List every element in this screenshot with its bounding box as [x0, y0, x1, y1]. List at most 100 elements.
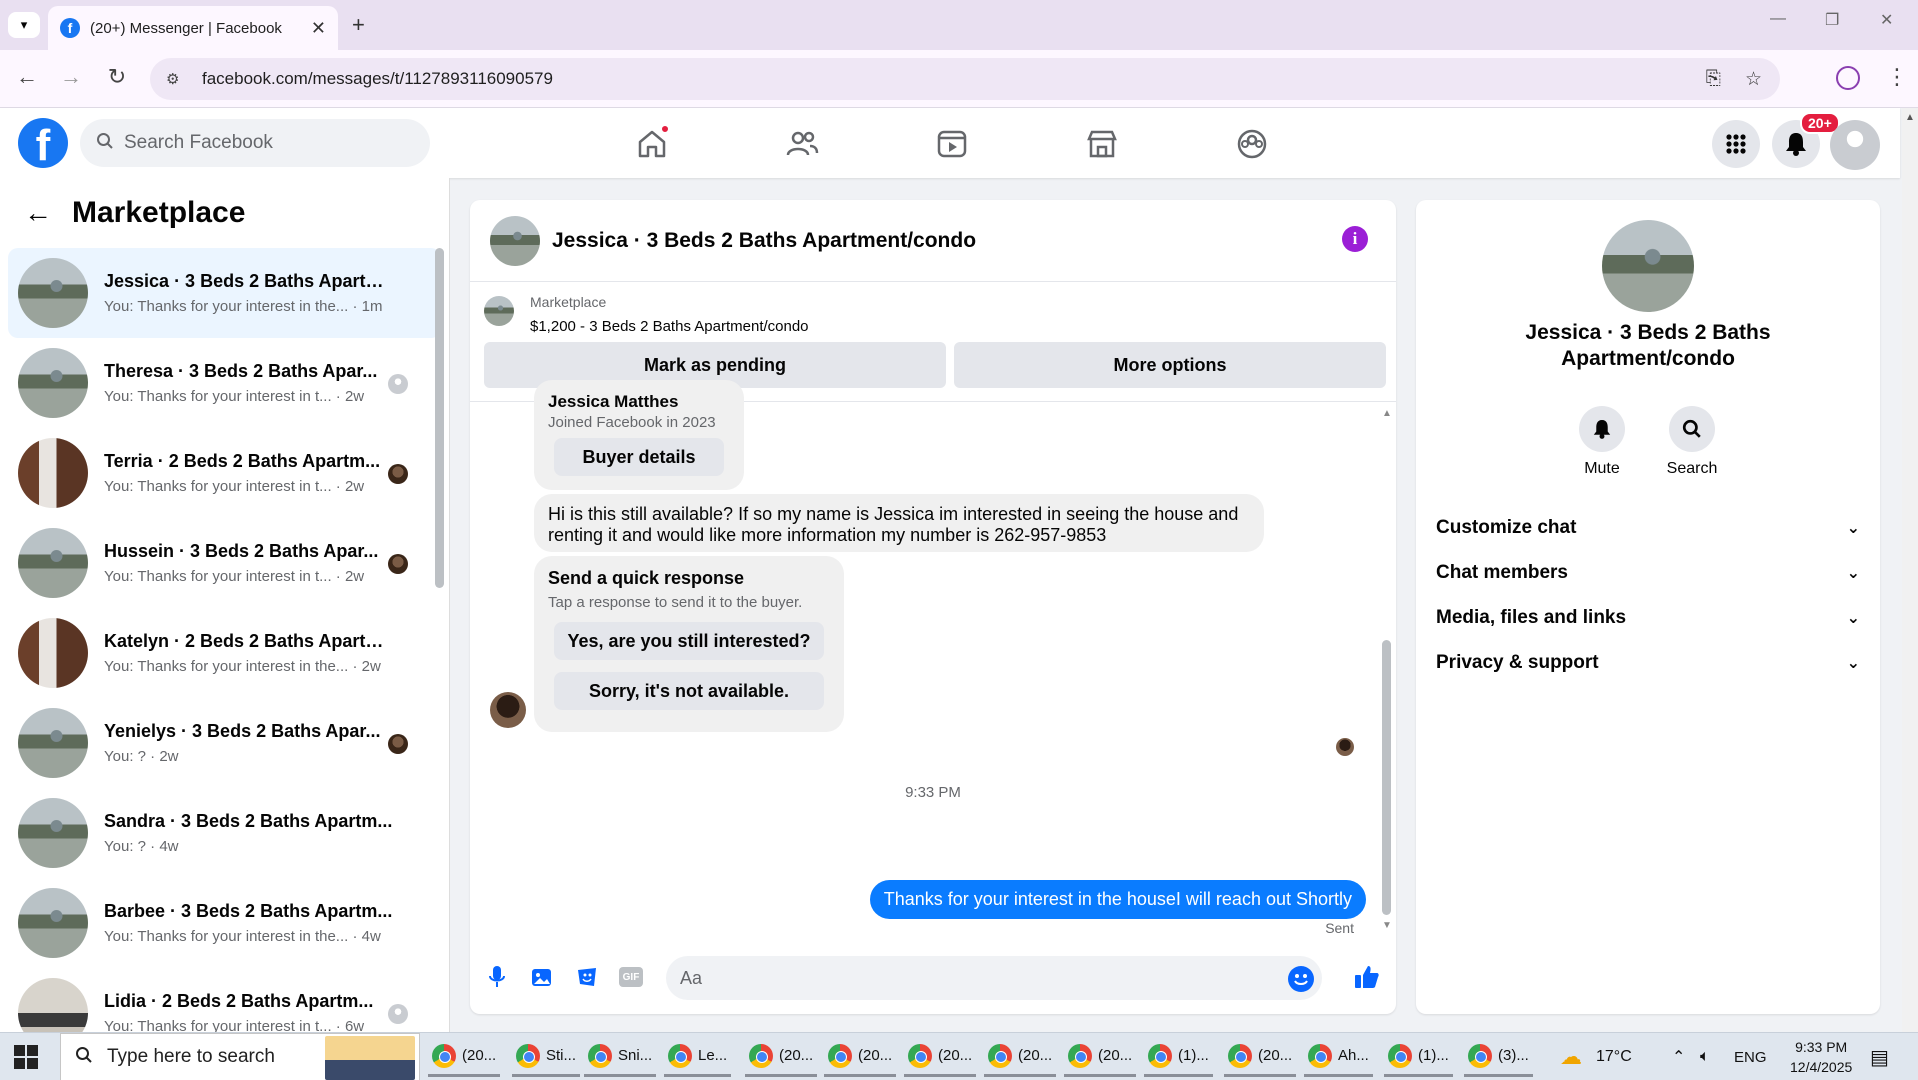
listing-thumbnail[interactable] [484, 296, 514, 326]
notification-center-icon[interactable]: ▤ [1870, 1033, 1889, 1080]
windows-start-icon[interactable] [14, 1045, 38, 1069]
minimize-button[interactable]: — [1770, 10, 1786, 28]
browser-menu-icon[interactable]: ⋮ [1886, 64, 1908, 90]
forward-button[interactable]: → [56, 64, 86, 90]
new-tab-button[interactable]: + [352, 12, 365, 38]
message-composer: GIF [470, 944, 1396, 1014]
weather-widget[interactable]: ☁ 17°C [1560, 1033, 1632, 1080]
conversation-item[interactable]: Theresa · 3 Beds 2 Baths Apar... You: Tha… [8, 338, 441, 428]
facebook-search-box[interactable] [80, 119, 430, 167]
chat-members-row[interactable]: Chat members ⌄ [1436, 553, 1860, 593]
message-input-box[interactable] [666, 956, 1322, 1000]
taskbar-app-button[interactable]: (1)... [1384, 1037, 1453, 1077]
clock-date: 12/4/2025 [1790, 1059, 1853, 1075]
taskbar-app-label: (20... [858, 1047, 893, 1064]
listing-price-title[interactable]: $1,200 - 3 Beds 2 Baths Apartment/condo [530, 318, 809, 335]
taskbar-app-button[interactable]: Le... [664, 1037, 732, 1077]
chat-scrollbar[interactable] [1382, 640, 1391, 915]
speaker-icon[interactable]: 🔈︎ [1700, 1033, 1710, 1080]
language-indicator[interactable]: ENG [1734, 1033, 1767, 1080]
taskbar-search-box[interactable] [60, 1033, 420, 1080]
marketplace-label: Marketplace [530, 294, 607, 310]
reload-button[interactable]: ↻ [102, 64, 132, 90]
tab-close-icon[interactable]: ✕ [311, 18, 326, 39]
page-scrollbar[interactable]: ▲ [1902, 108, 1918, 1032]
menu-grid-button[interactable] [1712, 120, 1760, 168]
taskbar-app-button[interactable]: (20... [984, 1037, 1057, 1077]
bookmark-star-icon[interactable]: ☆ [1745, 68, 1762, 91]
home-icon[interactable] [632, 124, 672, 164]
restore-button[interactable]: ❐ [1825, 10, 1839, 30]
taskbar-app-button[interactable]: Sti... [512, 1037, 581, 1077]
sticker-icon[interactable] [572, 962, 602, 992]
info-icon[interactable]: i [1342, 226, 1368, 252]
taskbar-app-label: Ah... [1338, 1047, 1369, 1064]
groups-icon[interactable] [1232, 124, 1272, 164]
clock[interactable]: 9:33 PM 12/4/2025 [1790, 1033, 1852, 1080]
friends-icon[interactable] [782, 124, 822, 164]
tray-chevron-up-icon[interactable]: ⌃ [1672, 1033, 1685, 1080]
marketplace-conversations-panel: ← Marketplace Jessica · 3 Beds 2 Baths A… [0, 178, 450, 1032]
gif-icon[interactable]: GIF [616, 962, 646, 992]
buyer-avatar[interactable] [490, 692, 526, 728]
chrome-app-icon [828, 1043, 852, 1068]
mute-action[interactable]: Mute [1562, 406, 1642, 478]
address-bar[interactable]: ⚙ facebook.com/messages/t/11278931160905… [150, 58, 1780, 100]
facebook-logo[interactable]: f [18, 118, 68, 168]
taskbar-app-button[interactable]: (3)... [1464, 1037, 1533, 1077]
more-options-button[interactable]: More options [954, 342, 1386, 388]
conversation-item[interactable]: Yenielys · 3 Beds 2 Baths Apar... You: ? … [8, 698, 441, 788]
chat-title[interactable]: Jessica · 3 Beds 2 Baths Apartment/condo [552, 229, 976, 253]
media-files-links-row[interactable]: Media, files and links ⌄ [1436, 598, 1860, 638]
taskbar-search-input[interactable] [107, 1046, 327, 1068]
search-action[interactable]: Search [1652, 406, 1732, 478]
back-button[interactable]: ← [12, 64, 42, 90]
close-window-button[interactable]: ✕ [1880, 10, 1893, 30]
conversation-item[interactable]: Sandra · 3 Beds 2 Baths Apartm... You: ? … [8, 788, 441, 878]
taskbar-app-button[interactable]: (20... [1064, 1037, 1137, 1077]
install-app-icon[interactable]: ⎘ [1706, 68, 1721, 91]
conversation-item[interactable]: Terria · 2 Beds 2 Baths Apartm... You: Th… [8, 428, 441, 518]
site-settings-icon[interactable]: ⚙ [166, 70, 188, 88]
taskbar-app-button[interactable]: (20... [824, 1037, 897, 1077]
tab-title: (20+) Messenger | Facebook [90, 19, 282, 37]
scroll-down-arrow-icon[interactable]: ▼ [1382, 920, 1392, 931]
account-avatar[interactable] [1830, 120, 1880, 170]
emoji-icon[interactable] [1288, 966, 1314, 992]
customize-chat-row[interactable]: Customize chat ⌄ [1436, 508, 1860, 548]
quick-reply-sorry-button[interactable]: Sorry, it's not available. [554, 672, 824, 710]
taskbar-app-button[interactable]: (20... [745, 1037, 818, 1077]
marketplace-icon[interactable] [1082, 124, 1122, 164]
page-scroll-up-icon[interactable]: ▲ [1902, 112, 1918, 123]
conversation-item[interactable]: Katelyn · 2 Beds 2 Baths Apartm... You: T… [8, 608, 441, 698]
browser-tab-active[interactable]: f (20+) Messenger | Facebook ✕ [48, 6, 338, 50]
chrome-app-icon [1148, 1043, 1172, 1068]
taskbar-app-button[interactable]: Ah... [1304, 1037, 1373, 1077]
message-input[interactable] [680, 967, 1240, 989]
taskbar-app-button[interactable]: (20... [1224, 1037, 1297, 1077]
listing-profile-photo[interactable] [1602, 220, 1694, 312]
taskbar-app-button[interactable]: (1)... [1144, 1037, 1213, 1077]
scroll-up-arrow-icon[interactable]: ▲ [1382, 408, 1392, 419]
conversation-item[interactable]: Hussein · 3 Beds 2 Baths Apar... You: Tha… [8, 518, 441, 608]
taskbar-app-button[interactable]: Sni... [584, 1037, 657, 1077]
microphone-icon[interactable] [482, 962, 512, 992]
taskbar-app-button[interactable]: (20... [428, 1037, 501, 1077]
photo-icon[interactable] [528, 962, 558, 992]
conversation-item[interactable]: Lidia · 2 Beds 2 Baths Apartm... You: Tha… [8, 968, 441, 1032]
conversation-item[interactable]: Barbee · 3 Beds 2 Baths Apartm... You: Th… [8, 878, 441, 968]
conversation-name: Jessica · 3 Beds 2 Baths Apartme... [104, 271, 394, 291]
conversation-list-scrollbar[interactable] [435, 248, 444, 588]
tab-search-button[interactable]: ▾ [8, 12, 40, 38]
search-input[interactable] [124, 132, 374, 154]
listing-avatar[interactable] [490, 215, 540, 266]
buyer-details-button[interactable]: Buyer details [554, 438, 724, 476]
quick-reply-yes-button[interactable]: Yes, are you still interested? [554, 622, 824, 660]
thumbs-up-icon[interactable] [1352, 962, 1382, 992]
video-icon[interactable] [932, 124, 972, 164]
back-arrow-icon[interactable]: ← [24, 197, 52, 229]
browser-profile-icon[interactable] [1836, 66, 1860, 90]
privacy-support-row[interactable]: Privacy & support ⌄ [1436, 643, 1860, 683]
taskbar-app-button[interactable]: (20... [904, 1037, 977, 1077]
conversation-item[interactable]: Jessica · 3 Beds 2 Baths Apartme... You: … [8, 248, 441, 338]
